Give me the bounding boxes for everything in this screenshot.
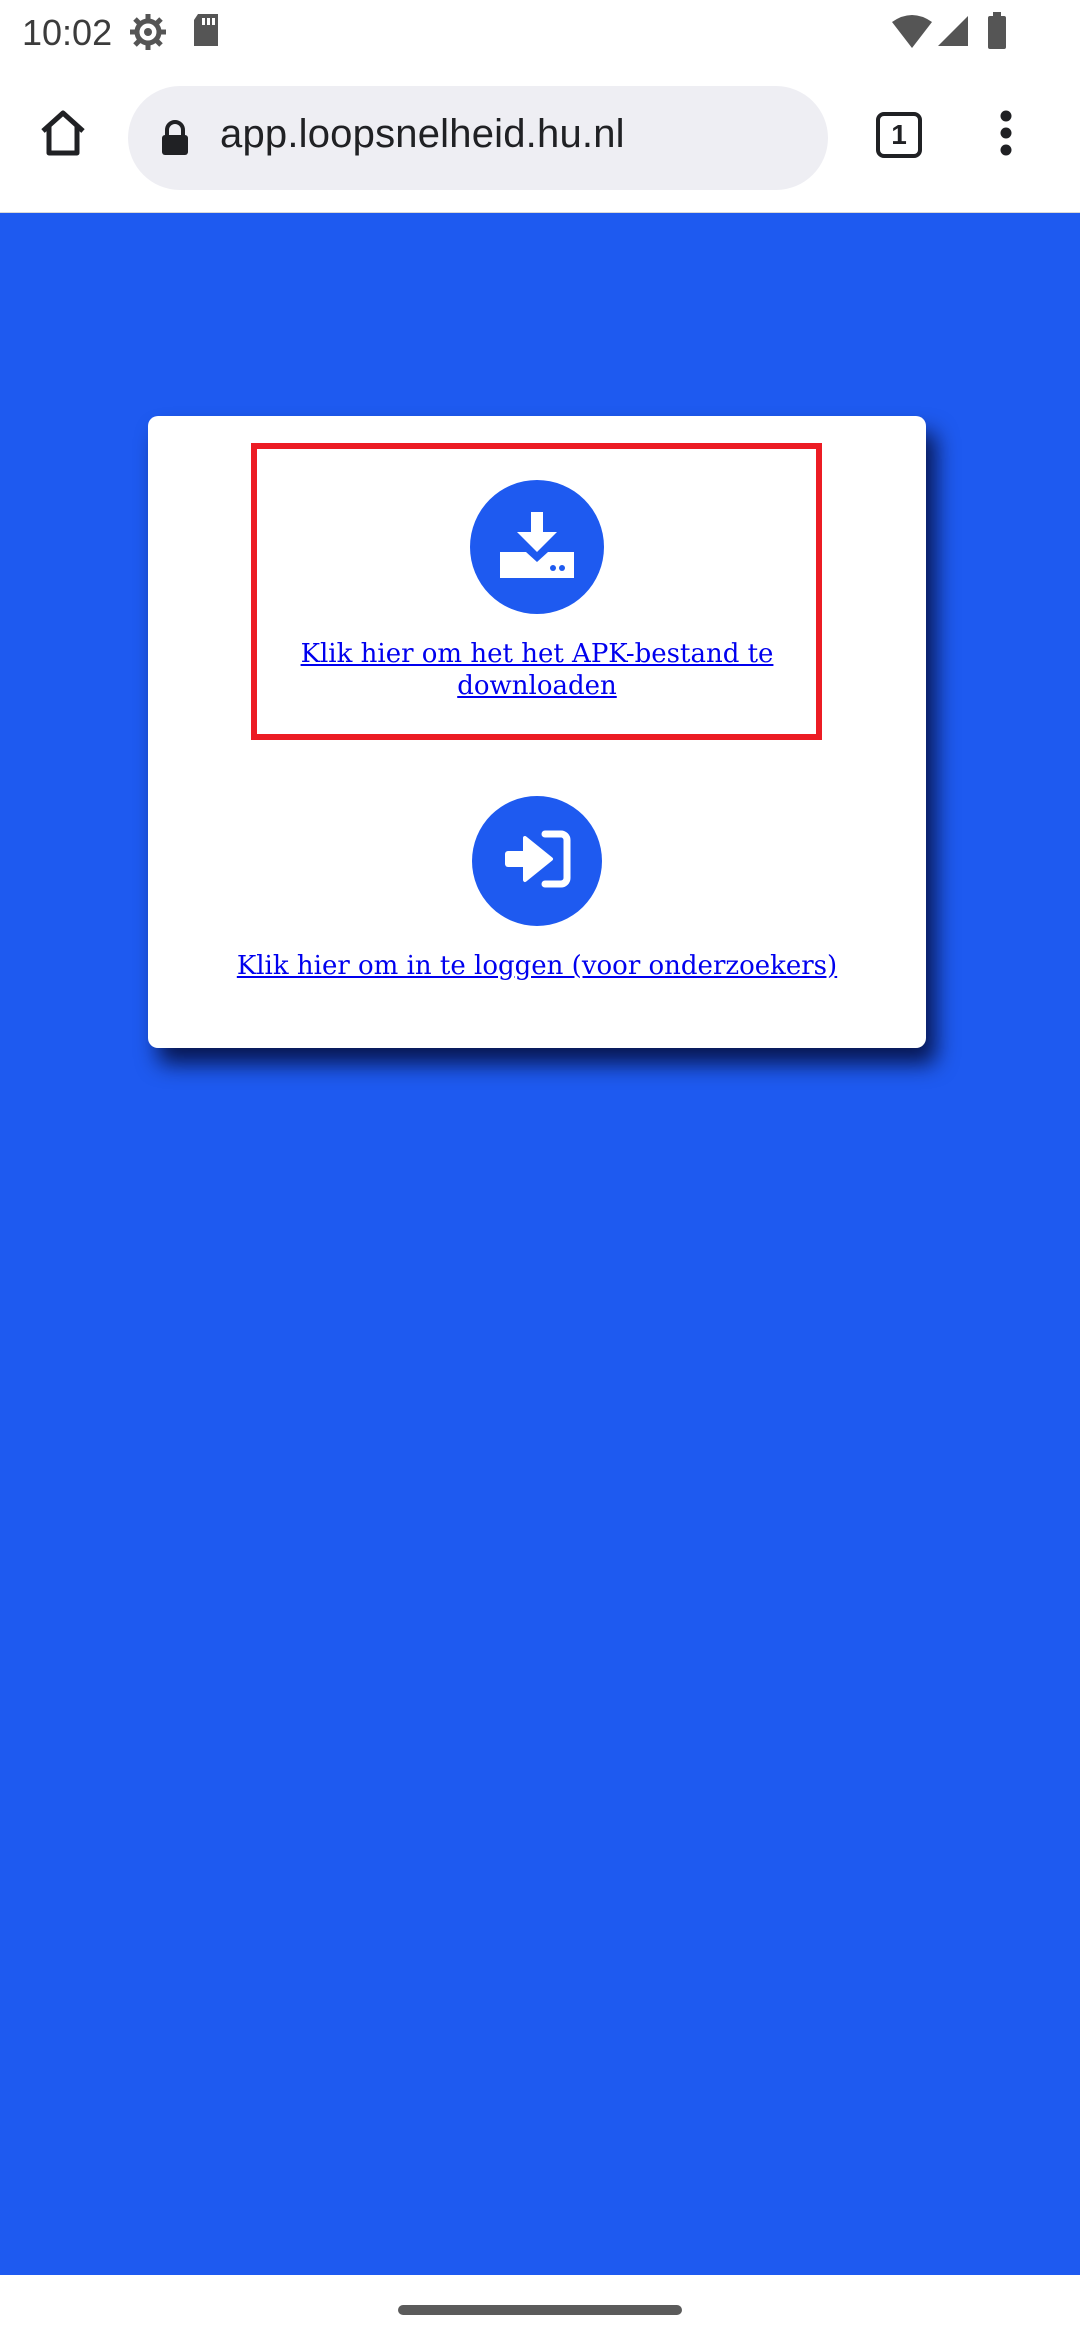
download-apk-link[interactable]: Klik hier om het het APK-bestand te down… xyxy=(277,638,797,702)
navigation-bar xyxy=(0,2275,1080,2340)
home-button[interactable] xyxy=(34,106,92,164)
more-vert-icon xyxy=(999,110,1013,161)
download-option: Klik hier om het het APK-bestand te down… xyxy=(148,480,926,702)
tab-switcher-button[interactable]: 1 xyxy=(876,112,922,158)
status-time: 10:02 xyxy=(22,12,113,53)
tab-count: 1 xyxy=(891,119,907,150)
lock-icon xyxy=(160,120,190,161)
sign-in-icon xyxy=(503,830,571,893)
options-card: Klik hier om het het APK-bestand te down… xyxy=(148,416,926,1048)
browser-toolbar: app.loopsnelheid.hu.nl 1 xyxy=(0,66,1080,213)
more-menu-button[interactable] xyxy=(984,102,1028,168)
login-link[interactable]: Klik hier om in te loggen (voor onderzoe… xyxy=(237,950,837,982)
login-option: Klik hier om in te loggen (voor onderzoe… xyxy=(148,796,926,982)
sd-card-icon xyxy=(190,12,222,53)
status-bar: 10:02 xyxy=(0,0,1080,66)
home-icon xyxy=(37,107,89,164)
wifi-icon xyxy=(890,14,934,55)
cell-signal-icon xyxy=(936,14,970,53)
battery-icon xyxy=(986,12,1008,55)
download-button[interactable] xyxy=(470,480,604,614)
address-bar[interactable]: app.loopsnelheid.hu.nl xyxy=(128,86,828,190)
login-button[interactable] xyxy=(472,796,602,926)
gesture-handle[interactable] xyxy=(398,2305,682,2315)
settings-gear-icon xyxy=(128,12,168,57)
download-icon xyxy=(500,511,574,583)
page-content: Klik hier om het het APK-bestand te down… xyxy=(0,213,1080,2275)
url-text: app.loopsnelheid.hu.nl xyxy=(220,112,625,156)
